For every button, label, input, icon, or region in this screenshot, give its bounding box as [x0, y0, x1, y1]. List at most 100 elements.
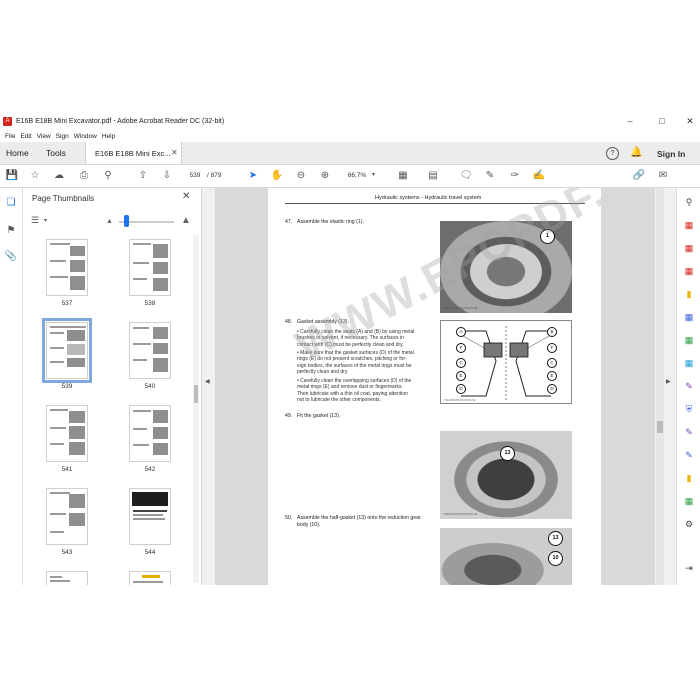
diagram-label-e-right: E — [547, 371, 557, 381]
minimize-button[interactable]: – — [616, 113, 644, 130]
zoom-level[interactable]: 66,7% — [340, 170, 374, 181]
upload-cloud-icon[interactable]: ☁ — [52, 169, 66, 183]
thumbnail-page-number: 539 — [61, 383, 73, 390]
search-icon[interactable]: ⚲ — [101, 169, 115, 183]
tab-bar: Home Tools E16B E18B Mini Exc... ✕ ? 🔔 S… — [0, 142, 700, 165]
thumbnail-options-icon[interactable]: ☰ — [31, 215, 39, 226]
request-signature-icon[interactable]: ✎ — [682, 425, 696, 439]
send-for-comments-icon[interactable]: ✎ — [682, 448, 696, 462]
menu-edit[interactable]: Edit — [20, 133, 31, 140]
thumbnail-page[interactable] — [46, 488, 88, 545]
diagram-label-a: A — [456, 327, 466, 337]
shrink-thumbnails-icon[interactable]: ▲ — [106, 218, 113, 225]
thumbnail-page[interactable] — [46, 239, 88, 296]
thumbnail-page[interactable] — [46, 405, 88, 462]
window-title: E16B E18B Mini Excavator.pdf - Adobe Acr… — [16, 118, 225, 125]
comment-icon[interactable]: 🗨 — [459, 169, 473, 183]
edit-pdf-icon[interactable]: ▦ — [682, 333, 696, 347]
thumbnail-scrollbar[interactable] — [193, 235, 199, 583]
thumbnail-page[interactable] — [129, 571, 171, 585]
menu-file[interactable]: File — [5, 133, 15, 140]
collapse-right-panel-icon[interactable]: ▶ — [666, 378, 671, 385]
select-cursor-icon[interactable]: ➤ — [246, 169, 260, 183]
create-pdf-icon[interactable]: ▦ — [682, 241, 696, 255]
thumbnail-page-number: 541 — [61, 466, 73, 473]
zoom-dropdown-icon[interactable]: ▾ — [372, 170, 375, 181]
right-tools-rail: ⚲ ▦ ▦ ▦ ▮ ▦ ▦ ▦ ✎ ⛨ ✎ ✎ ▮ ▦ ⚙ ⇥ — [676, 188, 700, 585]
thumbnail-page-selected[interactable] — [42, 318, 92, 383]
close-panel-icon[interactable]: ✕ — [182, 191, 190, 202]
menu-help[interactable]: Help — [102, 133, 115, 140]
attachments-paperclip-icon[interactable]: 📎 — [4, 250, 18, 264]
comment-tool-icon[interactable]: ▮ — [682, 287, 696, 301]
thumbnail-page[interactable] — [129, 405, 171, 462]
highlight-pen-icon[interactable]: ✎ — [483, 169, 497, 183]
fill-sign-icon[interactable]: ✍ — [532, 169, 546, 183]
thumbnail-size-slider-handle[interactable] — [124, 215, 129, 227]
next-page-icon[interactable]: ⇩ — [160, 169, 174, 183]
sign-in-button[interactable]: Sign In — [657, 149, 685, 159]
collapse-left-panel-icon[interactable]: ◀ — [205, 378, 210, 385]
menu-window[interactable]: Window — [74, 133, 97, 140]
thumbnail-page[interactable] — [46, 571, 88, 585]
figure-code: TGL9XXXXXXXXXX 91 — [444, 398, 476, 402]
notification-bell-icon[interactable]: 🔔 — [630, 147, 642, 158]
page-thumbnails-panel: Page Thumbnails ✕ ☰ ▾ ▲ ▲ 537 538 539 54… — [23, 188, 202, 585]
expand-tools-icon[interactable]: ⇥ — [682, 561, 696, 575]
options-dropdown-icon[interactable]: ▾ — [44, 217, 47, 224]
step-49: 49. Fit the gasket (13). — [285, 413, 341, 419]
thumbnail-page-number: 544 — [144, 549, 156, 556]
diagram-label-c-left: C — [456, 358, 466, 368]
link-icon[interactable]: 🔗 — [632, 169, 646, 183]
protect-shield-icon[interactable]: ⛨ — [682, 402, 696, 416]
zoom-in-icon[interactable]: ⊕ — [318, 169, 332, 183]
draw-icon[interactable]: ✑ — [508, 169, 522, 183]
thumbnail-scrollbar-thumb[interactable] — [194, 385, 198, 403]
tab-document[interactable]: E16B E18B Mini Exc... ✕ — [85, 142, 182, 164]
fit-page-icon[interactable]: ▦ — [396, 169, 410, 183]
export-pdf-icon[interactable]: ▦ — [682, 218, 696, 232]
organize-pages-icon[interactable]: ▦ — [682, 310, 696, 324]
page-number-input[interactable] — [184, 170, 206, 181]
title-bar: A E16B E18B Mini Excavator.pdf - Adobe A… — [0, 113, 700, 130]
bullet-3: • Carefully clean the overlapping surfac… — [297, 378, 412, 403]
more-tools-icon[interactable]: ⚙ — [682, 517, 696, 531]
thumbnail-page[interactable] — [129, 488, 171, 545]
action-wizard-icon[interactable]: ▦ — [682, 494, 696, 508]
tab-tools[interactable]: Tools — [46, 148, 66, 158]
maximize-button[interactable]: □ — [648, 113, 676, 130]
stamp-icon[interactable]: ▮ — [682, 471, 696, 485]
document-view[interactable]: Hydraulic systems - Hydraulic travel sys… — [215, 188, 655, 585]
scan-ocr-icon[interactable]: ▦ — [682, 356, 696, 370]
help-icon[interactable]: ? — [606, 147, 619, 160]
document-scrollbar[interactable] — [656, 188, 664, 585]
zoom-tool-icon[interactable]: ⚲ — [682, 195, 696, 209]
close-tab-icon[interactable]: ✕ — [171, 148, 178, 157]
thumbnail-page-number: 538 — [144, 300, 156, 307]
scroll-mode-icon[interactable]: ▤ — [426, 169, 440, 183]
zoom-out-icon[interactable]: ⊖ — [294, 169, 308, 183]
bookmark-star-icon[interactable]: ☆ — [28, 169, 42, 183]
bookmarks-icon[interactable]: ⚑ — [4, 224, 18, 238]
menu-view[interactable]: View — [37, 133, 51, 140]
callout-13-half-gasket: 13 — [548, 531, 563, 546]
page-thumbnails-icon[interactable]: ❏ — [4, 196, 18, 210]
menu-sign[interactable]: Sign — [56, 133, 69, 140]
thumbnail-page[interactable] — [129, 322, 171, 379]
fill-and-sign-icon[interactable]: ✎ — [682, 379, 696, 393]
previous-page-icon[interactable]: ⇧ — [136, 169, 150, 183]
print-icon[interactable]: ⎙ — [77, 169, 91, 183]
thumbnail-page[interactable] — [129, 239, 171, 296]
save-icon[interactable]: 💾 — [5, 169, 19, 183]
tab-home[interactable]: Home — [6, 148, 29, 158]
close-window-button[interactable]: ✕ — [676, 113, 700, 130]
document-scrollbar-thumb[interactable] — [657, 421, 663, 433]
thumbnail-page-number: 540 — [144, 383, 156, 390]
share-email-icon[interactable]: ✉ — [656, 169, 670, 183]
combine-files-icon[interactable]: ▦ — [682, 264, 696, 278]
figure-code: TGPH1XXXXXXXXXX 90 — [443, 306, 478, 310]
hand-tool-icon[interactable]: ✋ — [270, 169, 284, 183]
enlarge-thumbnails-icon[interactable]: ▲ — [181, 215, 191, 226]
acrobat-pdf-icon: A — [3, 117, 12, 126]
main-toolbar: 💾 ☆ ☁ ⎙ ⚲ ⇧ ⇩ / 879 ➤ ✋ ⊖ ⊕ 66,7% ▾ ▦ ▤ … — [0, 165, 700, 188]
